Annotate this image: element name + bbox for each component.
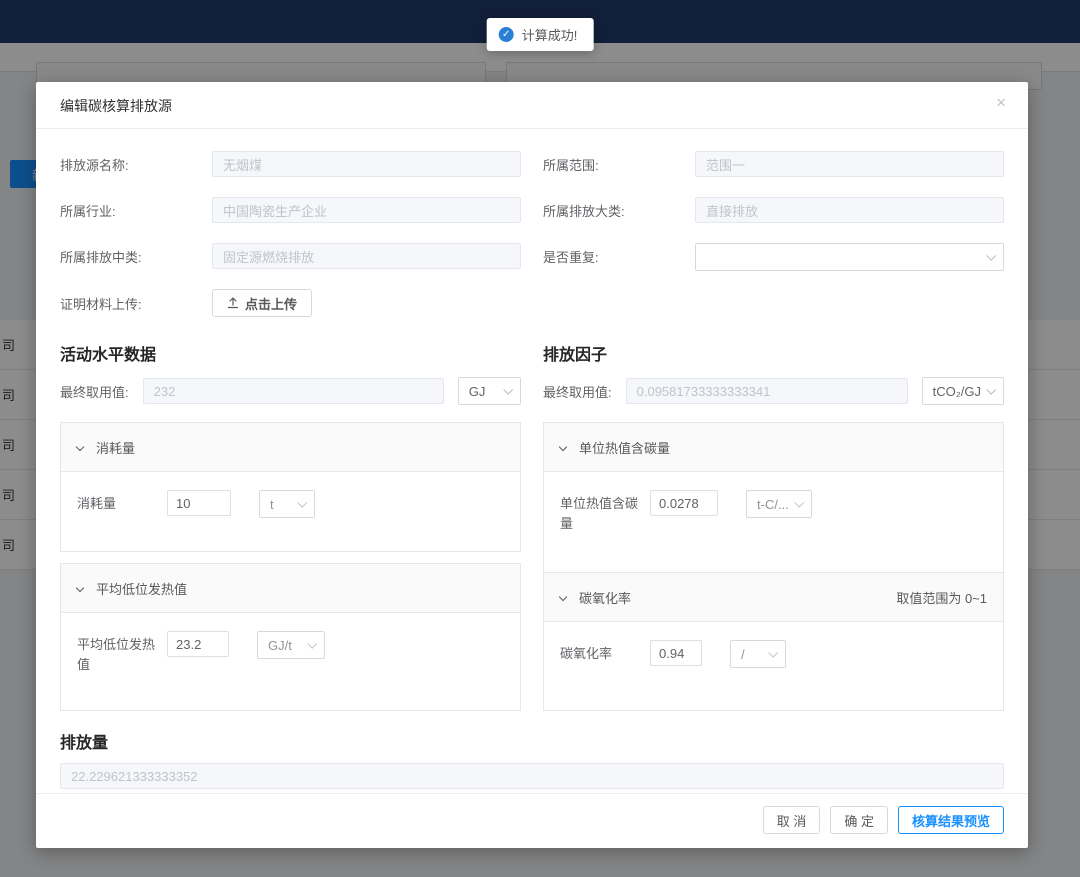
cancel-button[interactable]: 取 消 — [763, 806, 821, 834]
carbon-content-label: 单位热值含碳量 — [560, 490, 650, 533]
basic-info-form: 排放源名称: 所属范围: 所属行业: 所属排放大类: 所属排放中类: 是否重复: — [60, 151, 1004, 269]
chevron-down-icon — [768, 648, 778, 658]
consumption-input[interactable] — [167, 490, 231, 516]
chevron-down-icon — [307, 639, 317, 649]
factor-final-input[interactable] — [626, 378, 908, 404]
carbon-content-card-title: 单位热值含碳量 — [579, 438, 670, 457]
upload-button-label: 点击上传 — [245, 294, 297, 313]
oxidation-rate-card: 碳氧化率 取值范围为 0~1 碳氧化率 / — [543, 573, 1004, 711]
consumption-label: 消耗量 — [77, 490, 167, 514]
activity-unit-value: GJ — [469, 384, 486, 399]
emission-mid-category-input[interactable] — [212, 243, 521, 269]
heating-value-card-title: 平均低位发热值 — [96, 579, 187, 598]
emission-amount-input[interactable] — [60, 763, 1004, 789]
field-proof-upload: 证明材料上传: 点击上传 — [60, 289, 1004, 317]
industry-label: 所属行业: — [60, 201, 212, 220]
source-name-label: 排放源名称: — [60, 155, 212, 174]
carbon-content-input[interactable] — [650, 490, 718, 516]
oxidation-rate-card-title: 碳氧化率 — [579, 588, 631, 607]
scope-input[interactable] — [695, 151, 1004, 177]
chevron-down-icon — [986, 385, 996, 395]
carbon-content-unit-select[interactable]: t-C/... — [746, 490, 812, 518]
upload-button[interactable]: 点击上传 — [212, 289, 312, 317]
is-duplicate-select[interactable] — [695, 243, 1004, 271]
heating-value-label: 平均低位发热值 — [77, 631, 167, 674]
carbon-content-card: 单位热值含碳量 单位热值含碳量 t-C/... — [543, 422, 1004, 573]
emission-major-category-input[interactable] — [695, 197, 1004, 223]
emission-major-category-label: 所属排放大类: — [543, 201, 695, 220]
dialog-body: 排放源名称: 所属范围: 所属行业: 所属排放大类: 所属排放中类: 是否重复: — [36, 129, 1028, 793]
oxidation-rate-unit-value: / — [741, 647, 745, 662]
field-emission-mid-category: 所属排放中类: — [60, 243, 521, 269]
heating-value-card: 平均低位发热值 平均低位发热值 GJ/t — [60, 563, 521, 711]
upload-icon — [227, 297, 239, 309]
emission-factor-section: 排放因子 最终取用值: tCO₂/GJ 单位热值含碳量 单位热值含碳 — [543, 341, 1004, 711]
activity-final-input[interactable] — [143, 378, 444, 404]
dialog-header: 编辑碳核算排放源 × — [36, 82, 1028, 129]
chevron-down-icon — [559, 593, 567, 601]
factor-final-value-row: 最终取用值: tCO₂/GJ — [543, 377, 1004, 405]
emission-mid-category-label: 所属排放中类: — [60, 247, 212, 266]
emission-factor-title: 排放因子 — [543, 341, 1004, 365]
carbon-content-unit-value: t-C/... — [757, 497, 789, 512]
success-toast: ✓ 计算成功! — [487, 18, 594, 51]
factor-final-label: 最终取用值: — [543, 382, 612, 401]
emission-amount-section: 排放量 — [60, 729, 1004, 789]
field-source-name: 排放源名称: — [60, 151, 521, 177]
carbon-content-card-header[interactable]: 单位热值含碳量 — [544, 423, 1003, 472]
factor-unit-select[interactable]: tCO₂/GJ — [922, 377, 1004, 405]
heating-value-card-header[interactable]: 平均低位发热值 — [61, 564, 520, 613]
industry-input[interactable] — [212, 197, 521, 223]
field-scope: 所属范围: — [543, 151, 1004, 177]
consumption-card: 消耗量 消耗量 t — [60, 422, 521, 552]
chevron-down-icon — [76, 584, 84, 592]
heating-value-input[interactable] — [167, 631, 229, 657]
close-icon[interactable]: × — [996, 94, 1006, 111]
confirm-button[interactable]: 确 定 — [830, 806, 888, 834]
dialog-title: 编辑碳核算排放源 — [60, 98, 172, 114]
consumption-card-title: 消耗量 — [96, 438, 135, 457]
oxidation-rate-label: 碳氧化率 — [560, 640, 650, 664]
activity-unit-select[interactable]: GJ — [458, 377, 521, 405]
edit-emission-source-dialog: 编辑碳核算排放源 × 排放源名称: 所属范围: 所属行业: 所属排放大类: 所属… — [36, 82, 1028, 848]
oxidation-rate-hint: 取值范围为 0~1 — [896, 588, 987, 607]
field-industry: 所属行业: — [60, 197, 521, 223]
field-emission-major-category: 所属排放大类: — [543, 197, 1004, 223]
activity-final-label: 最终取用值: — [60, 382, 129, 401]
consumption-unit-select[interactable]: t — [259, 490, 315, 518]
source-name-input[interactable] — [212, 151, 521, 177]
chevron-down-icon — [559, 443, 567, 451]
emission-amount-title: 排放量 — [60, 729, 1004, 753]
toast-message: 计算成功! — [522, 25, 578, 44]
chevron-down-icon — [794, 498, 804, 508]
activity-data-title: 活动水平数据 — [60, 341, 521, 365]
result-preview-button[interactable]: 核算结果预览 — [898, 806, 1004, 834]
heating-value-unit-value: GJ/t — [268, 638, 292, 653]
chevron-down-icon — [503, 385, 513, 395]
chevron-down-icon — [986, 251, 996, 261]
consumption-card-header[interactable]: 消耗量 — [61, 423, 520, 472]
heating-value-unit-select[interactable]: GJ/t — [257, 631, 325, 659]
oxidation-rate-input[interactable] — [650, 640, 702, 666]
chevron-down-icon — [76, 443, 84, 451]
dialog-footer: 取 消 确 定 核算结果预览 — [36, 793, 1028, 848]
scope-label: 所属范围: — [543, 155, 695, 174]
chevron-down-icon — [297, 498, 307, 508]
oxidation-rate-card-header[interactable]: 碳氧化率 取值范围为 0~1 — [544, 573, 1003, 622]
oxidation-rate-unit-select[interactable]: / — [730, 640, 786, 668]
check-circle-icon: ✓ — [499, 27, 514, 42]
activity-data-section: 活动水平数据 最终取用值: GJ 消耗量 消耗量 — [60, 341, 521, 711]
activity-final-value-row: 最终取用值: GJ — [60, 377, 521, 405]
is-duplicate-label: 是否重复: — [543, 247, 695, 266]
factor-unit-value: tCO₂/GJ — [933, 384, 981, 399]
consumption-unit-value: t — [270, 497, 274, 512]
proof-upload-label: 证明材料上传: — [60, 294, 212, 313]
field-is-duplicate: 是否重复: — [543, 243, 1004, 269]
